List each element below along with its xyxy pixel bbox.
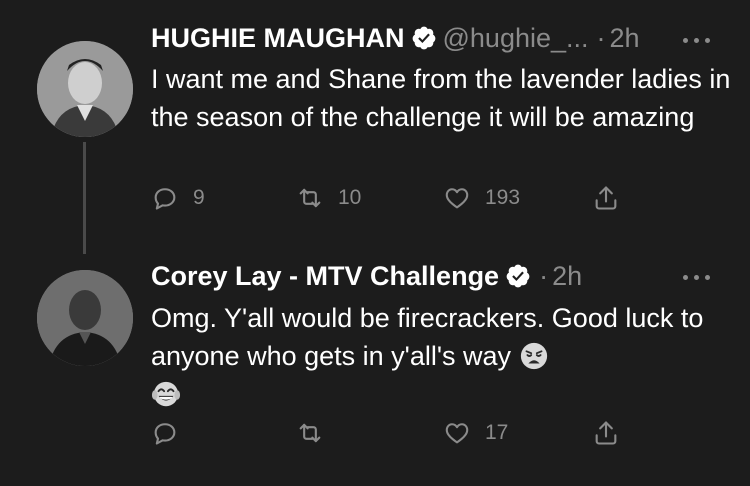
reply-button[interactable]: 9 (151, 184, 205, 212)
like-icon (445, 188, 469, 209)
author-handle[interactable]: @hughie_... (443, 23, 589, 54)
tweet-1-actions: 9 10 193 (0, 184, 750, 224)
reply-icon (154, 188, 176, 210)
like-count: 193 (485, 186, 521, 209)
tweet-2-text: Omg. Y'all would be firecrackers. Good l… (151, 303, 704, 371)
author-name[interactable]: HUGHIE MAUGHAN (151, 23, 405, 54)
verified-badge-icon (412, 26, 435, 50)
reply-button[interactable] (151, 419, 179, 447)
retweet-icon (299, 423, 321, 443)
reply-count: 9 (193, 186, 205, 209)
tweet-2-header: Corey Lay - MTV Challenge · 2h (151, 259, 582, 293)
tweet-1-text: I want me and Shane from the lavender la… (151, 64, 731, 132)
tweet-2-actions: 17 (0, 419, 750, 459)
reply-icon (154, 423, 176, 445)
separator-dot: · (596, 22, 606, 53)
share-icon (595, 421, 617, 445)
verified-badge-icon (506, 264, 530, 288)
more-icon[interactable] (683, 272, 713, 282)
more-icon[interactable] (683, 35, 713, 45)
like-button[interactable]: 193 (443, 184, 520, 212)
retweet-icon (299, 188, 321, 208)
avatar-hughie[interactable] (37, 41, 133, 137)
like-count: 17 (485, 421, 509, 444)
share-button[interactable] (592, 419, 620, 447)
like-icon (445, 423, 469, 444)
timestamp[interactable]: 2h (610, 23, 640, 54)
retweet-button[interactable]: 10 (296, 184, 361, 212)
weary-face-emoji-icon (520, 342, 547, 369)
retweet-count: 10 (338, 186, 362, 209)
like-button[interactable]: 17 (443, 419, 508, 447)
tweet-2-text-block: Omg. Y'all would be firecrackers. Good l… (151, 299, 731, 413)
share-icon (595, 186, 617, 210)
retweet-button[interactable] (296, 419, 324, 447)
tears-of-joy-emoji-icon (151, 381, 181, 407)
avatar-corey[interactable] (37, 270, 133, 366)
author-name[interactable]: Corey Lay - MTV Challenge (151, 261, 499, 292)
share-button[interactable] (592, 184, 620, 212)
separator-dot: · (539, 260, 549, 291)
timestamp[interactable]: 2h (552, 261, 582, 292)
tweet-1-header: HUGHIE MAUGHAN @hughie_... · 2h (151, 21, 640, 55)
